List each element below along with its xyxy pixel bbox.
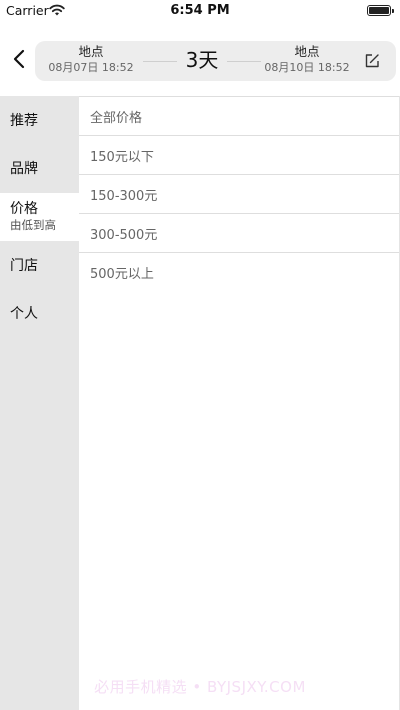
start-place: 地点 bbox=[78, 44, 104, 59]
sidebar-item-sublabel: 由低到高 bbox=[10, 218, 56, 232]
divider-right bbox=[227, 61, 261, 62]
sidebar-item-price[interactable]: 价格 由低到高 bbox=[0, 193, 79, 241]
back-button[interactable] bbox=[6, 44, 34, 74]
rental-duration: 3天 bbox=[185, 48, 219, 72]
status-bar: Carrier 6:54 PM bbox=[0, 0, 400, 22]
start-date-block[interactable]: 地点 08月07日 18:52 bbox=[41, 44, 141, 76]
price-option-300-500[interactable]: 300-500元 bbox=[79, 213, 399, 252]
price-option-all[interactable]: 全部价格 bbox=[79, 96, 399, 135]
price-option-150-300[interactable]: 150-300元 bbox=[79, 174, 399, 213]
watermark: 必用手机精选 • BYJSJXY.COM bbox=[94, 678, 306, 696]
sidebar-item-label: 推荐 bbox=[10, 113, 38, 129]
price-options-panel: 全部价格 150元以下 150-300元 300-500元 500元以上 bbox=[79, 96, 400, 710]
option-label: 500元以上 bbox=[90, 267, 154, 282]
option-label: 150元以下 bbox=[90, 150, 154, 165]
option-label: 全部价格 bbox=[90, 111, 143, 126]
end-place: 地点 bbox=[294, 44, 320, 59]
sidebar-item-label: 门店 bbox=[10, 258, 38, 274]
sidebar-item-recommend[interactable]: 推荐 bbox=[0, 96, 79, 144]
end-date-block[interactable]: 地点 08月10日 18:52 bbox=[257, 44, 357, 76]
battery-icon bbox=[367, 5, 394, 16]
sidebar-item-label: 个人 bbox=[10, 306, 38, 322]
battery-level-fill bbox=[369, 7, 389, 14]
chevron-left-icon bbox=[13, 49, 25, 69]
option-label: 150-300元 bbox=[90, 189, 158, 204]
sidebar-item-brand[interactable]: 品牌 bbox=[0, 144, 79, 192]
edit-icon bbox=[365, 54, 379, 68]
sidebar-item-label: 品牌 bbox=[10, 161, 38, 177]
filter-sidebar: 推荐 品牌 价格 由低到高 门店 个人 bbox=[0, 96, 79, 710]
end-datetime: 08月10日 18:52 bbox=[264, 61, 350, 74]
edit-button[interactable] bbox=[362, 51, 382, 71]
start-datetime: 08月07日 18:52 bbox=[48, 61, 134, 74]
date-range-pill[interactable]: 地点 08月07日 18:52 3天 地点 08月10日 18:52 bbox=[35, 41, 396, 81]
sidebar-item-label: 价格 bbox=[10, 201, 38, 217]
nav-bar: 地点 08月07日 18:52 3天 地点 08月10日 18:52 bbox=[0, 22, 400, 96]
price-option-over-500[interactable]: 500元以上 bbox=[79, 252, 399, 293]
option-label: 300-500元 bbox=[90, 228, 158, 243]
price-option-under-150[interactable]: 150元以下 bbox=[79, 135, 399, 174]
status-time: 6:54 PM bbox=[170, 3, 230, 18]
sidebar-item-store[interactable]: 门店 bbox=[0, 241, 79, 289]
divider-left bbox=[143, 61, 177, 62]
sidebar-item-personal[interactable]: 个人 bbox=[0, 289, 79, 337]
